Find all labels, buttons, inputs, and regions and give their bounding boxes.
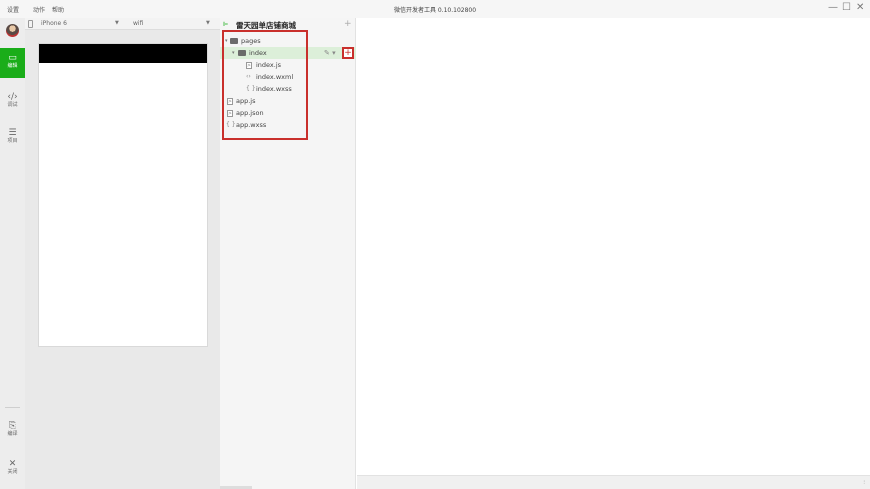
activity-sidebar: ▭ 编辑 ‹/› 调试 ☰ 项目 ⎘ 编译 ✕ 关闭 — [0, 18, 25, 489]
sidebar-compile-button[interactable]: ⎘ 编译 — [0, 421, 25, 438]
edit-icon: ▭ — [8, 53, 17, 63]
device-select[interactable]: iPhone 6 — [41, 20, 67, 27]
sidebar-project-button[interactable]: ☰ 项目 — [0, 128, 25, 145]
minimize-icon[interactable]: — — [828, 3, 838, 13]
file-tree-panel: ⊫ 雷天园单店铺商城 + ▾ pages ▾ index ✎ ▾ + JS in… — [220, 18, 356, 489]
add-icon[interactable]: + — [344, 19, 352, 29]
sidebar-debug-button[interactable]: ‹/› 调试 — [0, 92, 25, 109]
project-folder-icon: ⊫ — [223, 21, 229, 28]
simulator-panel: iPhone 6 ▼ wifi ▼ — [25, 18, 220, 489]
add-file-button[interactable]: + — [342, 47, 354, 59]
chevron-down-icon[interactable]: ▼ — [115, 20, 119, 26]
maximize-icon[interactable]: ☐ — [842, 3, 851, 13]
sidebar-debug-label: 调试 — [7, 102, 18, 108]
sidebar-close-label: 关闭 — [7, 469, 18, 475]
status-bar: ⁝ — [357, 475, 870, 489]
sidebar-edit-label: 编辑 — [7, 63, 18, 69]
sidebar-divider — [5, 407, 20, 408]
phone-screen[interactable] — [38, 43, 208, 347]
sidebar-edit-button[interactable]: ▭ 编辑 — [0, 48, 25, 78]
avatar[interactable] — [6, 24, 19, 37]
sidebar-compile-label: 编译 — [7, 431, 18, 437]
editor-area[interactable]: ⁝ — [357, 18, 870, 489]
chevron-down-icon[interactable]: ▼ — [206, 20, 210, 26]
sidebar-close-button[interactable]: ✕ 关闭 — [0, 459, 25, 476]
status-indicator: ⁝ — [863, 480, 865, 486]
debug-icon: ‹/› — [7, 92, 18, 102]
app-title: 微信开发者工具 0.10.102800 — [393, 7, 477, 14]
highlight-box — [222, 30, 308, 140]
sidebar-project-label: 项目 — [7, 138, 18, 144]
close-window-icon[interactable]: ✕ — [856, 3, 864, 13]
compile-icon: ⎘ — [8, 421, 17, 431]
close-icon: ✕ — [8, 459, 17, 469]
rename-icon[interactable]: ✎ ▾ — [324, 47, 336, 59]
title-bar: 设置 动作 帮助 微信开发者工具 0.10.102800 — ☐ ✕ — [0, 0, 870, 18]
phone-navigation-bar — [39, 44, 207, 63]
phone-icon — [28, 20, 33, 28]
network-select[interactable]: wifi — [133, 20, 143, 27]
simulator-toolbar: iPhone 6 ▼ wifi ▼ — [25, 18, 220, 30]
project-icon: ☰ — [8, 128, 17, 138]
